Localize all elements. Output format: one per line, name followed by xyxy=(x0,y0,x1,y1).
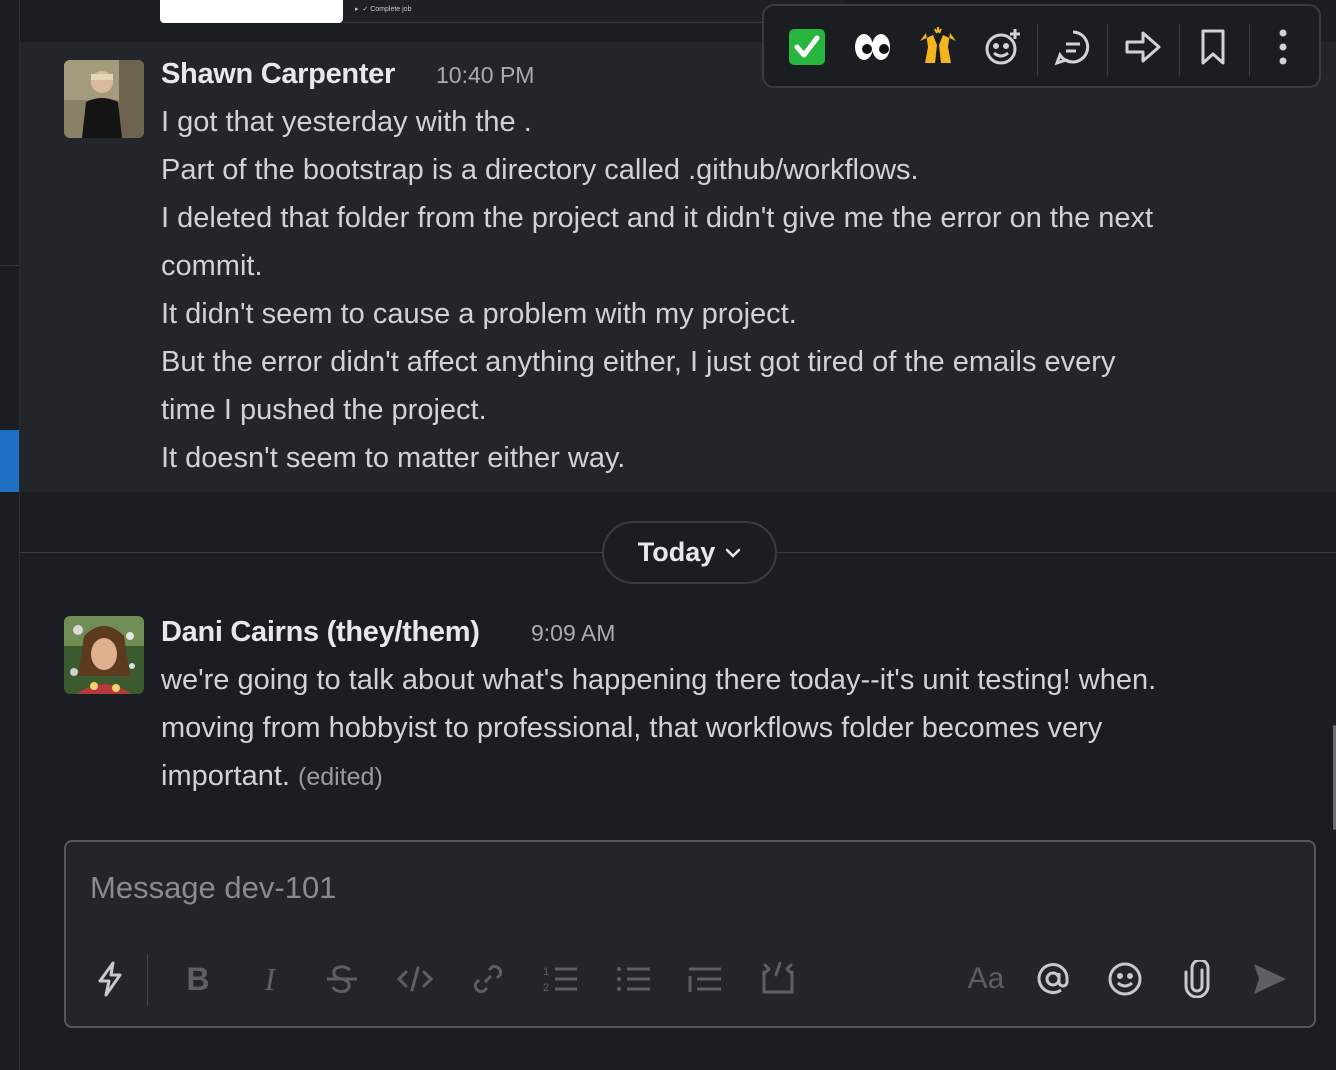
composer-divider xyxy=(147,954,148,1006)
mention-icon[interactable] xyxy=(1031,957,1075,1001)
bulleted-list-icon[interactable] xyxy=(612,957,656,1001)
svg-text:2: 2 xyxy=(543,982,549,994)
shortcuts-lightning-icon[interactable] xyxy=(88,957,132,1001)
eyes-icon[interactable] xyxy=(849,24,895,70)
message-line: But the error didn't affect anything eit… xyxy=(161,346,1116,378)
numbered-list-icon[interactable]: 12 xyxy=(539,957,583,1001)
reply-in-thread-icon[interactable] xyxy=(1050,24,1096,70)
avatar-shawn-carpenter[interactable] xyxy=(64,60,144,138)
message-line: I got that yesterday with the . xyxy=(161,106,532,138)
message-line: important. (edited) xyxy=(161,752,1156,801)
message-input[interactable]: Message dev-101 xyxy=(90,870,336,906)
raised-hands-icon[interactable] xyxy=(915,24,961,70)
white-check-mark-icon[interactable] xyxy=(784,24,830,70)
svg-text:1: 1 xyxy=(543,966,549,978)
toolbar-divider xyxy=(1107,24,1108,76)
rail-divider xyxy=(0,265,19,266)
message-line: commit. xyxy=(161,250,263,282)
timestamp[interactable]: 9:09 AM xyxy=(531,620,615,647)
avatar-image xyxy=(64,60,144,138)
chevron-down-icon xyxy=(726,548,741,558)
blockquote-icon[interactable] xyxy=(683,957,727,1001)
attachment-preview-label: ▸ ✓ Complete job xyxy=(355,6,412,13)
message-body: I got that yesterday with the . Part of … xyxy=(161,98,1153,482)
toolbar-divider xyxy=(1179,24,1180,76)
message-body: we're going to talk about what's happeni… xyxy=(161,656,1156,801)
message-line: Part of the bootstrap is a directory cal… xyxy=(161,154,919,186)
edited-label: (edited) xyxy=(298,763,383,791)
strikethrough-icon[interactable] xyxy=(320,957,364,1001)
message-line: moving from hobbyist to professional, th… xyxy=(161,712,1103,744)
toolbar-divider xyxy=(1249,24,1250,76)
sender-name[interactable]: Dani Cairns (they/them) xyxy=(161,616,480,649)
send-icon[interactable] xyxy=(1248,957,1292,1001)
message-line: I deleted that folder from the project a… xyxy=(161,202,1154,234)
message-line: It doesn't seem to matter either way. xyxy=(161,442,626,474)
date-divider-button[interactable]: Today xyxy=(602,521,777,584)
add-reaction-icon[interactable] xyxy=(980,24,1026,70)
avatar-dani-cairns[interactable] xyxy=(64,616,144,694)
message-actions-toolbar xyxy=(762,4,1321,88)
avatar-image xyxy=(64,616,144,694)
more-actions-icon[interactable] xyxy=(1260,24,1306,70)
message-line: we're going to talk about what's happeni… xyxy=(161,664,1157,696)
timestamp[interactable]: 10:40 PM xyxy=(436,62,534,89)
emoji-icon[interactable] xyxy=(1103,957,1147,1001)
date-divider-label: Today xyxy=(637,537,716,567)
forward-icon[interactable] xyxy=(1120,24,1166,70)
message-line: time I pushed the project. xyxy=(161,394,487,426)
attachment-image[interactable] xyxy=(160,0,343,23)
text-formatting-toggle[interactable]: Aa xyxy=(961,957,1011,1001)
attachment-icon[interactable] xyxy=(1175,957,1219,1001)
link-icon[interactable] xyxy=(466,957,510,1001)
message-line-text: important. xyxy=(161,760,290,792)
code-block-icon[interactable] xyxy=(756,957,800,1001)
bold-button[interactable]: B xyxy=(176,957,220,1001)
toolbar-divider xyxy=(1037,24,1038,76)
sender-name[interactable]: Shawn Carpenter xyxy=(161,58,395,91)
message-composer[interactable]: Message dev-101 B I 12 Aa xyxy=(64,840,1316,1028)
code-icon[interactable] xyxy=(393,957,437,1001)
message-line: It didn't seem to cause a problem with m… xyxy=(161,298,797,330)
italic-button[interactable]: I xyxy=(248,957,292,1001)
left-rail xyxy=(0,0,20,1070)
bookmark-icon[interactable] xyxy=(1190,24,1236,70)
active-channel-indicator xyxy=(0,430,19,492)
